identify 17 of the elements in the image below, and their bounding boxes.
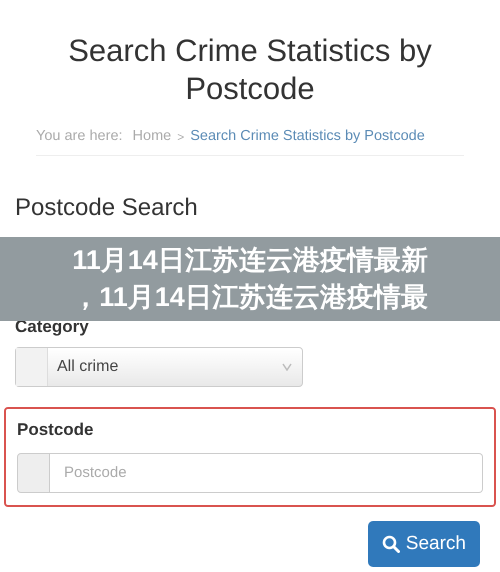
page-title: Search Crime Statistics by Postcode [67, 32, 433, 108]
postcode-field[interactable]: Postcode [50, 452, 483, 493]
search-icon [382, 534, 400, 553]
select-value: All crime [56, 357, 120, 378]
caption-text: ，11月14日江苏连云港疫情最 [72, 281, 428, 314]
input-addon [17, 452, 50, 493]
caret-icon [282, 363, 292, 372]
caption-text: 11月14日江苏连云港疫情最新 [72, 244, 428, 277]
breadcrumb-label: You are here: [36, 127, 123, 146]
search-button[interactable]: Search [368, 520, 480, 567]
section-heading: Postcode Search [15, 192, 199, 223]
breadcrumb-link[interactable]: Home [132, 126, 172, 148]
field-label: Postcode [17, 419, 95, 442]
breadcrumb-link[interactable]: Search Crime Statistics by Postcode [190, 126, 425, 148]
breadcrumb-separator: > [177, 128, 184, 146]
field-label: Category [15, 316, 90, 338]
category-select[interactable]: All crime [15, 347, 303, 388]
